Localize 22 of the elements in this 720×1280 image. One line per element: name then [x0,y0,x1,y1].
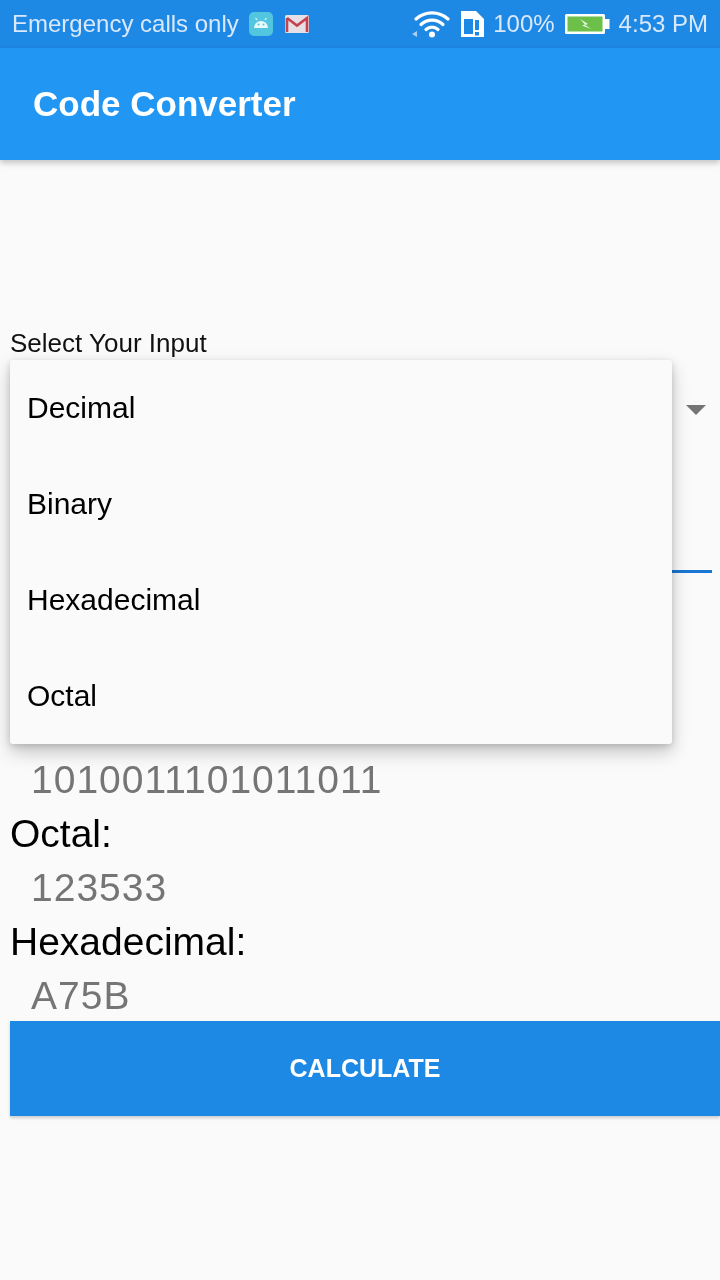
result-value: A75B [31,973,131,1019]
menu-item[interactable]: Octal [10,648,672,744]
result-value: 1010011101011011 [31,757,383,803]
sim-alert-icon [459,10,487,38]
dropdown-caret-icon[interactable] [686,405,706,415]
result-label: Octal: [10,811,112,857]
menu-item[interactable]: Decimal [10,360,672,456]
result-value: 123533 [31,865,168,911]
android-icon [248,12,273,36]
result-label: Hexadecimal: [10,919,247,965]
clock-text: 4:53 PM [618,10,708,38]
menu-item[interactable]: Binary [10,456,672,552]
wifi-icon [412,10,451,38]
calculate-button[interactable]: CALCULATE [10,1021,720,1116]
input-underline[interactable] [672,570,712,573]
battery-charging-icon [563,13,610,35]
app-title: Code Converter [33,84,296,124]
mail-icon [284,15,309,33]
battery-percent-text: 100% [493,10,555,38]
input-label: Select Your Input [10,329,207,357]
menu-item[interactable]: Hexadecimal [10,552,672,648]
status-text: Emergency calls only [12,10,239,38]
